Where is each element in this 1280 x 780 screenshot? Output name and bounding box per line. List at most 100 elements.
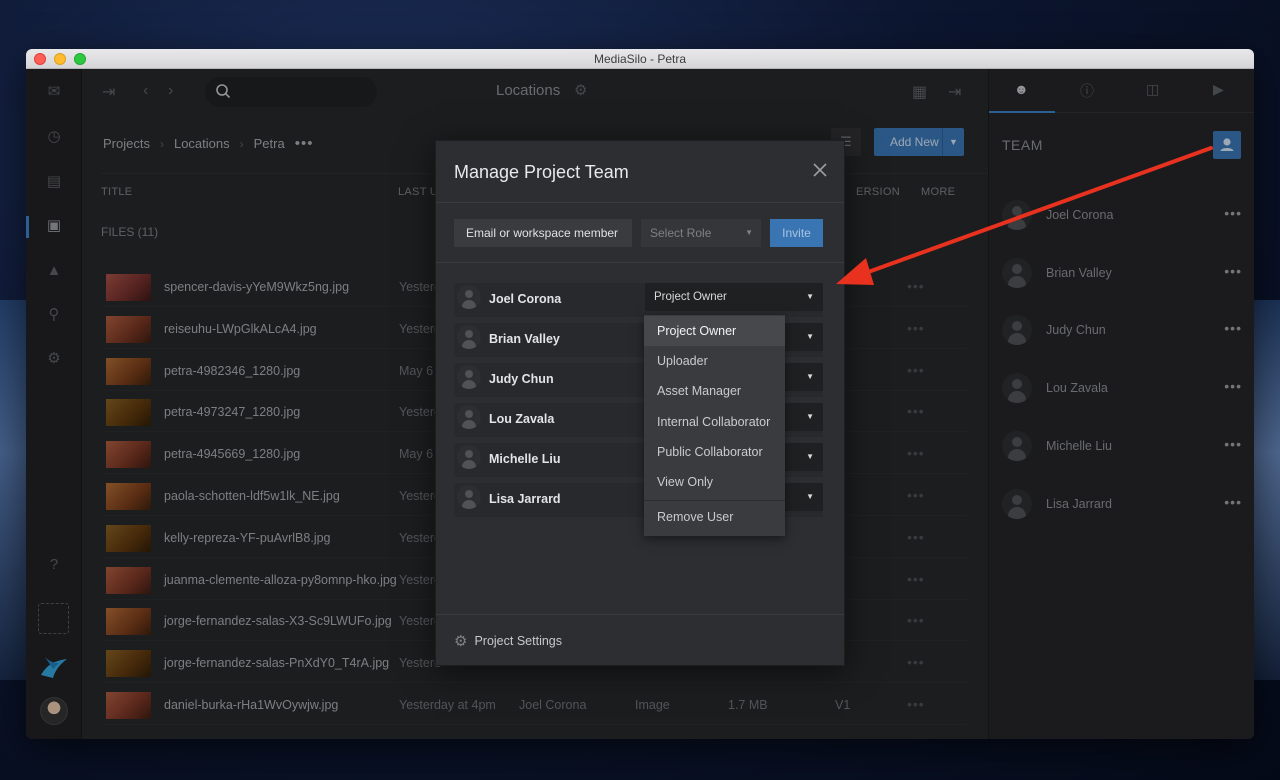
team-member[interactable]: Joel Corona ••• xyxy=(1002,196,1242,236)
member-role-select[interactable]: Project Owner ▼ xyxy=(645,283,823,311)
search-icon[interactable]: ⚲ xyxy=(45,306,63,324)
file-thumbnail[interactable] xyxy=(106,692,151,719)
file-name[interactable]: petra-4945669_1280.jpg xyxy=(164,447,300,461)
search-input[interactable] xyxy=(205,77,377,107)
files-count-label: FILES (11) xyxy=(101,225,159,239)
team-member[interactable]: Brian Valley ••• xyxy=(1002,254,1242,294)
info-tab-icon[interactable]: ⓘ xyxy=(1080,81,1094,101)
row-more-icon[interactable]: ••• xyxy=(907,278,925,294)
archive-icon[interactable]: ▣ xyxy=(45,217,63,235)
row-more-icon[interactable]: ••• xyxy=(907,654,925,670)
close-window-button[interactable] xyxy=(34,53,46,65)
file-thumbnail[interactable] xyxy=(106,357,151,385)
file-thumbnail[interactable] xyxy=(106,608,151,636)
chart-icon[interactable]: ▤ xyxy=(45,173,63,191)
mail-icon[interactable]: ✉ xyxy=(45,83,63,101)
file-thumbnail[interactable] xyxy=(106,274,151,301)
file-thumbnail[interactable] xyxy=(106,650,151,678)
role-option[interactable]: Public Collaborator xyxy=(644,437,785,467)
file-thumbnail[interactable] xyxy=(106,566,151,594)
team-member[interactable]: Lou Zavala ••• xyxy=(1002,369,1242,409)
row-more-icon[interactable]: ••• xyxy=(907,571,925,587)
video-tab-icon[interactable]: ▶ xyxy=(1213,81,1224,98)
column-title[interactable]: TITLE xyxy=(101,186,132,198)
breadcrumb-petra[interactable]: Petra xyxy=(254,136,285,151)
add-new-button[interactable]: Add New ▼ xyxy=(874,128,964,156)
row-more-icon[interactable]: ••• xyxy=(907,362,925,378)
more-options-icon[interactable]: ••• xyxy=(1224,320,1242,336)
team-member[interactable]: Lisa Jarrard ••• xyxy=(1002,485,1242,525)
role-option[interactable]: Asset Manager xyxy=(644,376,785,406)
file-name[interactable]: petra-4973247_1280.jpg xyxy=(164,405,300,419)
file-thumbnail[interactable] xyxy=(106,399,151,427)
more-options-icon[interactable]: ••• xyxy=(1224,436,1242,452)
rail-active-indicator xyxy=(26,216,29,238)
file-name[interactable]: petra-4982346_1280.jpg xyxy=(164,364,300,378)
row-more-icon[interactable]: ••• xyxy=(907,529,925,545)
role-option[interactable]: Internal Collaborator xyxy=(644,407,785,437)
team-member-name: Lisa Jarrard xyxy=(1046,496,1112,511)
file-name[interactable]: kelly-repreza-YF-puAvrlB8.jpg xyxy=(164,531,331,545)
role-option[interactable]: Uploader xyxy=(644,346,785,376)
back-icon[interactable]: ‹ xyxy=(143,82,148,100)
role-option[interactable]: Project Owner xyxy=(644,316,785,346)
file-name[interactable]: jorge-fernandez-salas-X3-Sc9LWUFo.jpg xyxy=(164,614,392,628)
row-more-icon[interactable]: ••• xyxy=(907,696,925,712)
file-name[interactable]: reiseuhu-LWpGlkALcA4.jpg xyxy=(164,322,317,336)
breadcrumb-locations[interactable]: Locations xyxy=(174,136,230,151)
role-select[interactable]: Select Role ▼ xyxy=(641,219,761,247)
modal-divider xyxy=(436,614,844,615)
clock-icon[interactable]: ◷ xyxy=(45,128,63,146)
add-team-member-button[interactable] xyxy=(1213,131,1241,159)
close-icon[interactable] xyxy=(812,162,828,178)
row-more-icon[interactable]: ••• xyxy=(907,445,925,461)
table-row[interactable]: daniel-burka-rHa1WvOywjw.jpg Yesterday at… xyxy=(101,685,967,725)
chevron-down-icon[interactable]: ▼ xyxy=(942,128,964,156)
row-more-icon[interactable]: ••• xyxy=(907,403,925,419)
team-member[interactable]: Judy Chun ••• xyxy=(1002,311,1242,351)
row-more-icon[interactable]: ••• xyxy=(907,320,925,336)
gear-icon[interactable]: ⚙ xyxy=(45,350,63,368)
file-name[interactable]: paola-schotten-ldf5w1lk_NE.jpg xyxy=(164,489,340,503)
file-thumbnail[interactable] xyxy=(106,315,151,343)
expand-panel-icon[interactable]: ⇥ xyxy=(948,82,961,102)
remove-user-option[interactable]: Remove User xyxy=(644,502,785,532)
team-tab-icon[interactable]: ☻ xyxy=(1014,81,1029,97)
avatar xyxy=(1002,315,1032,346)
storage-tab-icon[interactable]: ◫ xyxy=(1146,81,1159,98)
file-name[interactable]: spencer-davis-yYeM9Wkz5ng.jpg xyxy=(164,280,349,294)
more-options-icon[interactable]: ••• xyxy=(1224,494,1242,510)
collapse-sidebar-icon[interactable]: ⇥ xyxy=(102,82,115,102)
more-options-icon[interactable]: ••• xyxy=(295,135,314,152)
flame-icon[interactable]: ▲ xyxy=(45,262,63,280)
file-thumbnail[interactable] xyxy=(106,441,151,469)
workspace-placeholder[interactable] xyxy=(38,603,69,634)
invite-button[interactable]: Invite xyxy=(770,219,823,247)
file-name[interactable]: jorge-fernandez-salas-PnXdY0_T4rA.jpg xyxy=(164,656,389,670)
location-settings-icon[interactable]: ⚙ xyxy=(574,81,587,99)
project-settings-link[interactable]: ⚙ Project Settings xyxy=(454,632,562,650)
more-options-icon[interactable]: ••• xyxy=(1224,205,1242,221)
file-name[interactable]: juanma-clemente-alloza-py8omnp-hko.jpg xyxy=(164,573,397,587)
row-more-icon[interactable]: ••• xyxy=(907,612,925,628)
role-option[interactable]: View Only xyxy=(644,467,785,497)
column-version[interactable]: ERSION xyxy=(856,186,900,198)
file-thumbnail[interactable] xyxy=(106,524,151,552)
help-icon[interactable]: ? xyxy=(45,556,63,574)
user-avatar[interactable] xyxy=(40,697,68,725)
breadcrumb-projects[interactable]: Projects xyxy=(103,136,150,151)
forward-icon[interactable]: › xyxy=(168,82,173,100)
more-options-icon[interactable]: ••• xyxy=(1224,378,1242,394)
team-member[interactable]: Michelle Liu ••• xyxy=(1002,427,1242,467)
zoom-window-button[interactable] xyxy=(74,53,86,65)
window-title: MediaSilo - Petra xyxy=(593,52,687,66)
grid-view-icon[interactable]: ▦ xyxy=(912,82,927,102)
minimize-window-button[interactable] xyxy=(54,53,66,65)
more-options-icon[interactable]: ••• xyxy=(1224,263,1242,279)
member-name: Judy Chun xyxy=(489,372,554,386)
row-more-icon[interactable]: ••• xyxy=(907,487,925,503)
file-name[interactable]: daniel-burka-rHa1WvOywjw.jpg xyxy=(164,698,338,712)
email-field[interactable]: Email or workspace member xyxy=(454,219,632,247)
file-thumbnail[interactable] xyxy=(106,483,151,510)
breadcrumb-chevron-icon: › xyxy=(159,136,164,151)
